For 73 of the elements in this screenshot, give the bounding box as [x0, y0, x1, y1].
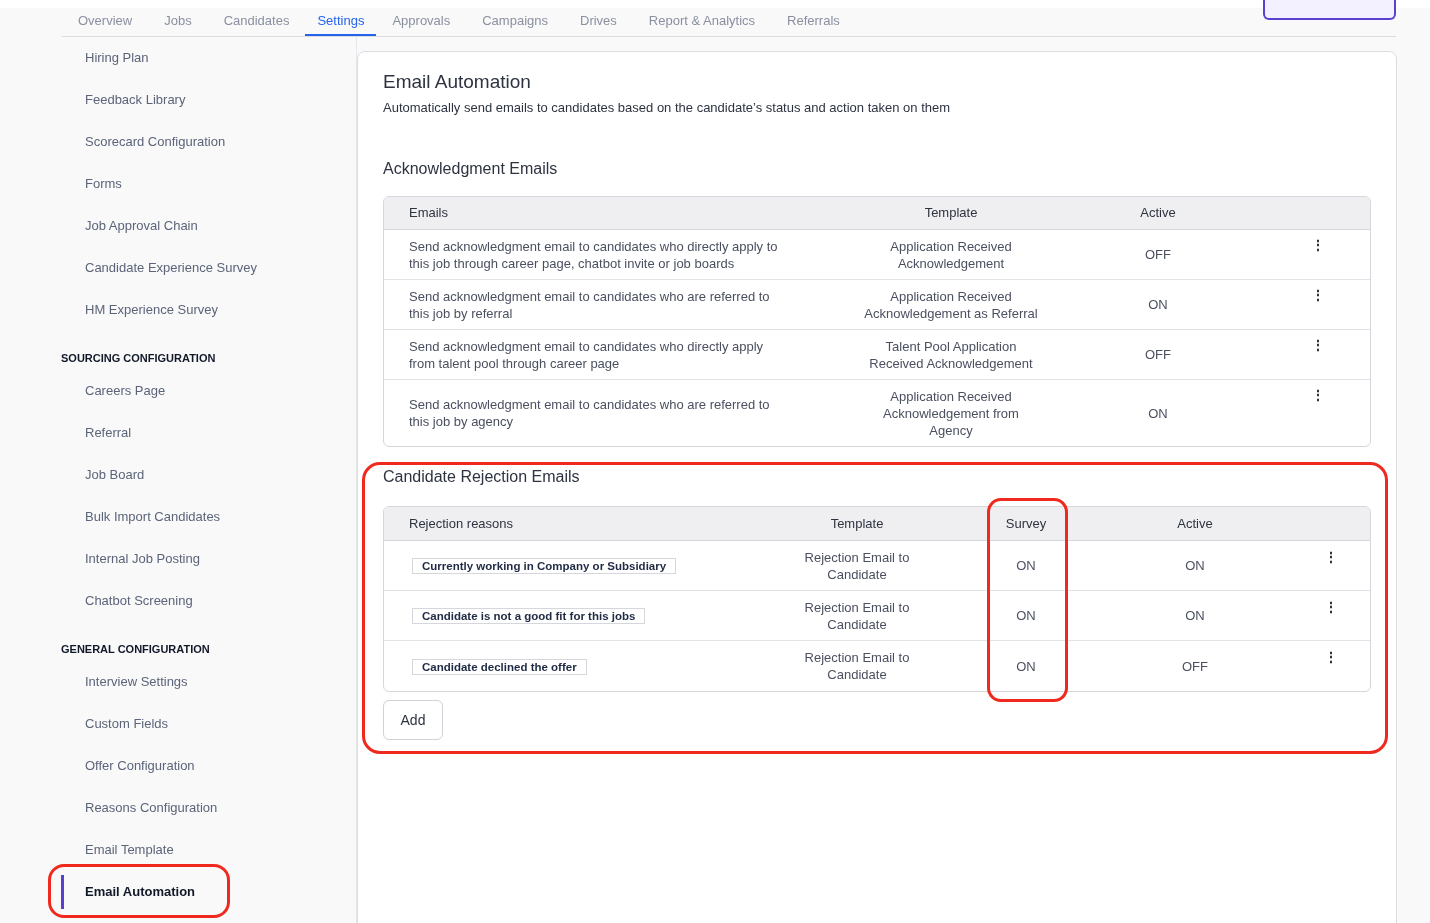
- more-menu-button[interactable]: ⋮: [1310, 288, 1325, 302]
- table-cell-text: Rejection Email to Candidate: [803, 649, 911, 683]
- tab[interactable]: Referrals: [771, 7, 856, 36]
- column-header: Active: [1176, 514, 1214, 533]
- tab[interactable]: Campaigns: [466, 7, 564, 36]
- table-cell-text: Send acknowledgment email to candidates who are referred to this job by referral: [408, 287, 771, 322]
- more-menu-button[interactable]: ⋮: [1324, 600, 1338, 614]
- table-cell-text: Rejection Email to Candidate: [803, 598, 911, 633]
- table-cell-text: ON: [1015, 657, 1037, 675]
- column-header: Template: [923, 204, 979, 223]
- sidebar-item[interactable]: Custom Fields: [85, 714, 169, 734]
- table-cell-text: Send acknowledgment email to candidates who directly apply to this job through career page, chatbot invite or job boards: [408, 237, 779, 272]
- tab[interactable]: Approvals: [376, 7, 467, 36]
- sidebar-item[interactable]: Email Automation: [61, 875, 200, 909]
- reason-tag: Candidate is not a good fit for this jobs: [412, 608, 646, 624]
- column-header: Survey: [1004, 514, 1048, 533]
- table-cell-text: ON: [1015, 607, 1037, 624]
- table-cell-text: OFF: [1144, 246, 1172, 263]
- table-cell-text: ON: [1015, 557, 1037, 574]
- table-cell-text: Application Received Acknowledgement: [889, 237, 1013, 272]
- table-cell-text: Application Received Acknowledgement as Referral: [863, 287, 1039, 322]
- more-menu-button[interactable]: ⋮: [1310, 338, 1325, 352]
- table-cell-text: Rejection Email to Candidate: [803, 548, 911, 583]
- section-heading: GENERAL CONFIGURATION: [60, 642, 211, 656]
- sidebar-item[interactable]: Email Template: [85, 840, 174, 860]
- table-cell-text: Application Received Acknowledgement from Agency: [882, 387, 1020, 439]
- page-title: Email Automation: [383, 70, 532, 94]
- sidebar-item[interactable]: Interview Settings: [85, 672, 188, 692]
- table-cell-text: OFF: [1181, 657, 1209, 675]
- table-cell-text: ON: [1184, 607, 1206, 624]
- more-menu-button[interactable]: ⋮: [1310, 388, 1325, 402]
- section-title: Candidate Rejection Emails: [383, 467, 581, 487]
- table-cell-text: ON: [1147, 296, 1169, 313]
- sidebar-item[interactable]: Bulk Import Candidates: [85, 507, 221, 527]
- table-cell-text: Send acknowledgment email to candidates who are referred to this job by agency: [408, 396, 771, 430]
- column-header: Emails: [408, 204, 449, 223]
- sidebar-item[interactable]: Job Board: [85, 465, 145, 485]
- section-heading: SOURCING CONFIGURATION: [60, 351, 217, 365]
- sidebar-item[interactable]: Reasons Configuration: [85, 798, 218, 818]
- more-menu-button[interactable]: ⋮: [1324, 650, 1338, 664]
- sidebar-item[interactable]: Feedback Library: [85, 90, 186, 110]
- tab[interactable]: Candidates: [207, 7, 306, 36]
- tab[interactable]: Drives: [564, 7, 633, 36]
- page-description: Automatically send emails to candidates based on the candidate’s status and action taken on them: [383, 98, 952, 117]
- table-cell-text: OFF: [1144, 346, 1172, 363]
- more-menu-button[interactable]: ⋮: [1324, 550, 1338, 564]
- sidebar-item[interactable]: Internal Job Posting: [85, 549, 200, 569]
- table-cell-text: Talent Pool Application Received Acknowledgement: [868, 337, 1034, 372]
- reason-tag: Candidate declined the offer: [412, 658, 587, 675]
- column-header: Template: [829, 514, 885, 533]
- tab[interactable]: Jobs: [148, 7, 208, 36]
- sidebar-item[interactable]: Candidate Experience Survey: [85, 258, 257, 278]
- sidebar-item[interactable]: Forms: [85, 174, 122, 194]
- sidebar-item[interactable]: Offer Configuration: [85, 756, 195, 776]
- section-title: Acknowledgment Emails: [383, 159, 559, 179]
- tab[interactable]: Report & Analytics: [632, 7, 772, 36]
- tab[interactable]: Settings: [305, 7, 377, 36]
- sidebar-item[interactable]: HM Experience Survey: [85, 300, 218, 320]
- table-cell-text: ON: [1147, 404, 1169, 422]
- column-header: Active: [1139, 204, 1177, 223]
- tab[interactable]: Overview: [62, 7, 149, 36]
- sidebar-item[interactable]: Referral: [85, 423, 132, 443]
- table-cell-text: ON: [1184, 557, 1206, 574]
- more-menu-button[interactable]: ⋮: [1310, 238, 1325, 252]
- reason-tag: Currently working in Company or Subsidiary: [412, 558, 677, 574]
- sidebar-item[interactable]: Scorecard Configuration: [85, 132, 226, 152]
- sidebar-item[interactable]: Careers Page: [85, 381, 166, 401]
- column-header: Rejection reasons: [408, 514, 515, 533]
- table-cell-text: Send acknowledgment email to candidates who directly apply from talent pool through career page: [408, 337, 765, 372]
- add-button[interactable]: Add: [383, 700, 443, 740]
- sidebar-item[interactable]: Job Approval Chain: [85, 216, 198, 236]
- sidebar-item[interactable]: Chatbot Screening: [85, 591, 193, 611]
- sidebar-item[interactable]: Hiring Plan: [85, 48, 149, 68]
